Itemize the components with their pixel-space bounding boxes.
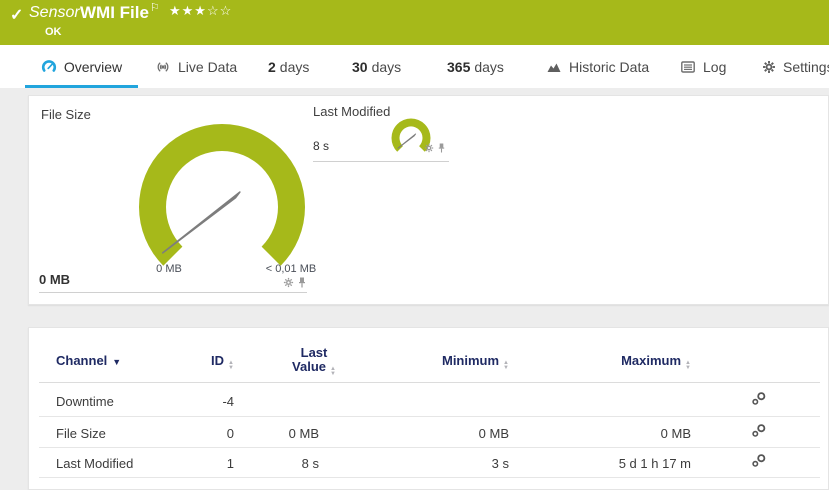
tab-label: Live Data: [178, 59, 237, 75]
channel-minimum: 3 s: [409, 456, 509, 471]
gauges-panel: File Size 0 MB < 0,01 MB 0 MB: [28, 95, 829, 305]
last-modified-current-value: 8 s: [313, 139, 329, 153]
tab-number: 2: [268, 59, 276, 75]
channel-maximum: 5 d 1 h 17 m: [559, 456, 691, 471]
sensor-overview-page: ✓ Sensor WMI File ⚐ ★★★☆☆ OK Overview Li…: [0, 0, 829, 490]
tab-label: Log: [703, 59, 726, 75]
tab-live-data[interactable]: Live Data: [155, 45, 237, 88]
sensor-title: WMI File: [80, 3, 149, 23]
tab-settings[interactable]: Settings: [762, 45, 829, 88]
last-modified-widget-divider: [313, 161, 449, 162]
header-divider: [39, 382, 820, 383]
channel-maximum: 0 MB: [559, 426, 691, 441]
channel-settings-icon[interactable]: [751, 392, 767, 406]
sort-icon[interactable]: ▲▼: [685, 361, 691, 371]
chevron-down-icon: ▼: [112, 357, 121, 367]
tab-label: Overview: [64, 59, 122, 75]
column-header-label: Channel: [56, 353, 107, 368]
file-size-gauge-tools: [283, 277, 307, 288]
file-size-current-value: 0 MB: [39, 272, 70, 287]
channel-settings-icon[interactable]: [751, 424, 767, 438]
sensor-status-header: ✓ Sensor WMI File ⚐ ★★★☆☆ OK: [0, 0, 829, 45]
gear-icon[interactable]: [283, 277, 294, 288]
channel-id: 1: [174, 456, 234, 471]
column-header-label: Value: [292, 359, 326, 374]
channel-minimum: 0 MB: [409, 426, 509, 441]
column-header-channel[interactable]: Channel ▼: [56, 353, 121, 368]
file-size-gauge: [137, 122, 307, 274]
row-divider: [39, 416, 820, 417]
pin-icon[interactable]: [297, 277, 307, 288]
gear-icon[interactable]: [424, 143, 434, 153]
tab-log[interactable]: Log: [680, 45, 726, 88]
channel-name: File Size: [56, 426, 106, 441]
row-divider: [39, 477, 820, 478]
column-header-label: ID: [211, 353, 224, 368]
gauge-icon: [41, 59, 57, 75]
tab-overview[interactable]: Overview: [25, 45, 138, 88]
file-size-widget-divider: [39, 292, 307, 293]
stars-filled[interactable]: ★★★: [169, 3, 207, 18]
pin-icon[interactable]: [437, 143, 446, 153]
sort-icon[interactable]: ▲▼: [228, 361, 234, 371]
sort-icon[interactable]: ▲▼: [503, 361, 509, 371]
channels-table-panel: Channel ▼ ID ▲▼ Last Value ▲▼ Minimum ▲▼ Max…: [28, 327, 829, 490]
sensor-kind-label: Sensor: [29, 4, 80, 22]
gauge-scale-max: < 0,01 MB: [233, 263, 349, 275]
priority-stars[interactable]: ★★★☆☆: [169, 3, 232, 19]
tab-number: 30: [352, 59, 368, 75]
tab-label: days: [474, 59, 504, 75]
column-header-label: Last: [301, 345, 328, 360]
column-header-maximum[interactable]: Maximum ▲▼: [559, 353, 691, 371]
channel-name: Last Modified: [56, 456, 133, 471]
last-modified-gauge-tools: [424, 143, 446, 153]
channel-name: Downtime: [56, 394, 114, 409]
column-header-id[interactable]: ID ▲▼: [174, 353, 234, 371]
channel-id: 0: [174, 426, 234, 441]
column-header-label: Maximum: [621, 353, 681, 368]
stars-empty[interactable]: ☆☆: [207, 3, 232, 18]
chart-icon: [546, 59, 562, 75]
sort-icon[interactable]: ▲▼: [330, 367, 336, 377]
tab-label: days: [280, 59, 310, 75]
last-modified-gauge-title: Last Modified: [313, 104, 390, 119]
channel-last-value: 8 s: [229, 456, 319, 471]
log-icon: [680, 59, 696, 75]
column-header-last-value[interactable]: Last Value ▲▼: [259, 346, 369, 377]
column-header-label: Minimum: [442, 353, 499, 368]
active-tab-underline: [25, 85, 138, 88]
channel-last-value: 0 MB: [229, 426, 319, 441]
row-divider: [39, 447, 820, 448]
live-data-icon: [155, 59, 171, 75]
channel-id: -4: [174, 394, 234, 409]
status-ok-check-icon: ✓: [10, 5, 23, 25]
tab-historic-data[interactable]: Historic Data: [546, 45, 649, 88]
tab-label: days: [372, 59, 402, 75]
sensor-status-text: OK: [45, 26, 62, 38]
tab-bar: Overview Live Data 2 days 30 days 365 da…: [0, 45, 829, 88]
column-header-minimum[interactable]: Minimum ▲▼: [409, 353, 509, 371]
gear-icon: [762, 60, 776, 74]
file-size-gauge-title: File Size: [41, 107, 91, 122]
gauge-scale-min: 0 MB: [139, 263, 199, 275]
tab-2-days[interactable]: 2 days: [268, 45, 309, 88]
tab-30-days[interactable]: 30 days: [352, 45, 401, 88]
flag-icon[interactable]: ⚐: [150, 1, 160, 14]
channel-settings-icon[interactable]: [751, 454, 767, 468]
tab-label: Settings: [783, 59, 829, 75]
tab-365-days[interactable]: 365 days: [447, 45, 504, 88]
tab-number: 365: [447, 59, 470, 75]
tab-label: Historic Data: [569, 59, 649, 75]
